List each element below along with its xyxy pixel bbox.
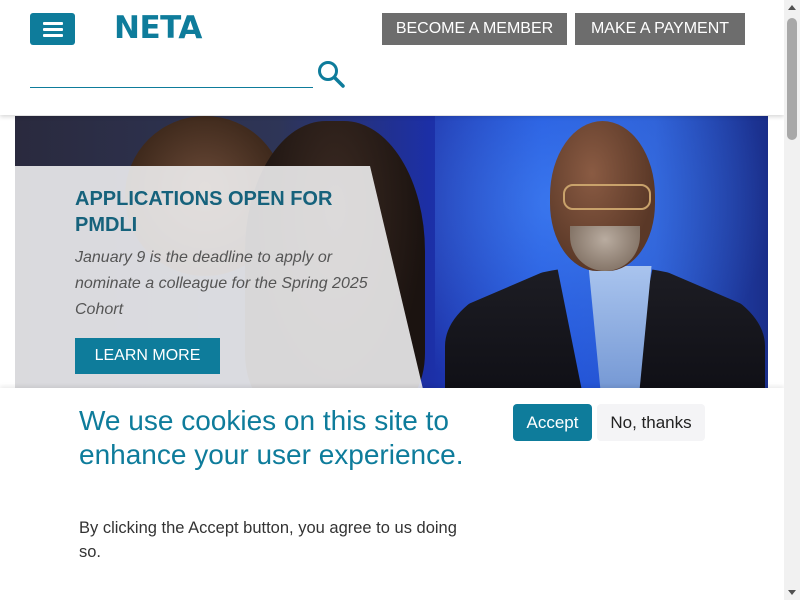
search-icon[interactable]	[316, 59, 346, 89]
cookie-banner-title: We use cookies on this site to enhance y…	[79, 405, 464, 470]
scrollbar-thumb[interactable]	[787, 18, 797, 140]
hero-banner: APPLICATIONS OPEN FOR PMDLI January 9 is…	[15, 116, 768, 406]
menu-icon-bar	[43, 28, 63, 31]
page-scrollbar[interactable]	[784, 0, 800, 600]
scroll-up-icon[interactable]	[784, 0, 800, 16]
scroll-down-icon[interactable]	[784, 584, 800, 600]
menu-icon	[43, 22, 63, 25]
menu-button[interactable]	[30, 13, 75, 45]
hero-description: January 9 is the deadline to apply or no…	[75, 249, 368, 318]
learn-more-button[interactable]: LEARN MORE	[75, 338, 220, 374]
become-member-button[interactable]: BECOME A MEMBER	[382, 13, 567, 45]
search-input[interactable]	[30, 59, 313, 88]
accept-cookies-button[interactable]: Accept	[513, 404, 592, 441]
hero-title: APPLICATIONS OPEN FOR PMDLI	[75, 188, 333, 236]
hero-photo-man-glasses	[563, 184, 651, 210]
menu-icon-bar	[43, 34, 63, 37]
make-payment-button[interactable]: MAKE A PAYMENT	[575, 13, 745, 45]
cookie-banner: We use cookies on this site to enhance y…	[0, 388, 784, 600]
site-header: NETA BECOME A MEMBER MAKE A PAYMENT	[0, 0, 784, 115]
site-logo[interactable]: NETA	[114, 10, 202, 46]
decline-cookies-button[interactable]: No, thanks	[597, 404, 705, 441]
cookie-banner-text: By clicking the Accept button, you agree…	[79, 519, 457, 561]
